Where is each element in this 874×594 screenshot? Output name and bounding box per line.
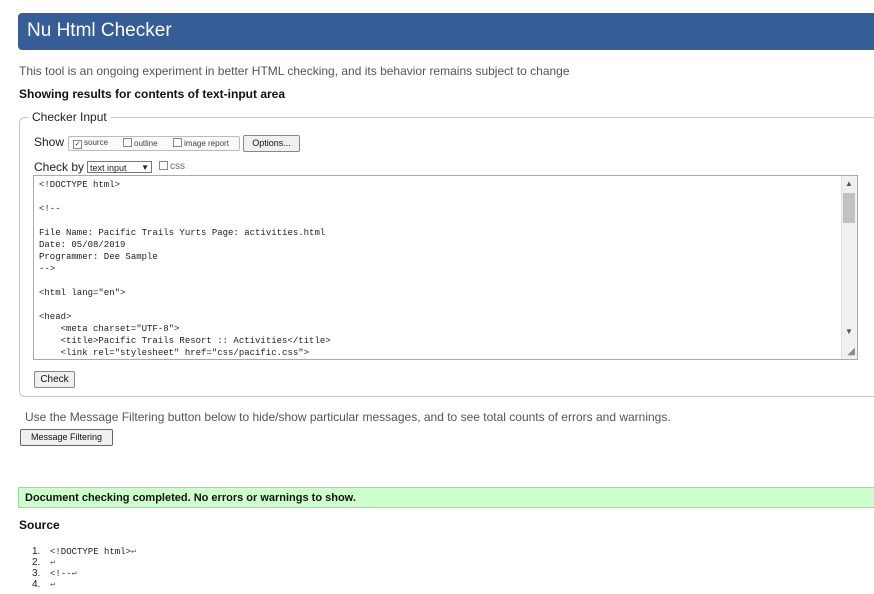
line-number: 2. (32, 557, 41, 568)
resize-grip-icon[interactable]: ◢ (847, 346, 855, 357)
check-by-value: text input (90, 163, 127, 173)
return-icon: ↩ (131, 547, 137, 557)
line-number: 3. (32, 568, 41, 579)
css-option[interactable]: css (159, 161, 185, 172)
show-image-report-option[interactable]: image report (173, 138, 229, 148)
show-image-report-label: image report (184, 139, 229, 148)
check-by-select[interactable]: text input ▼ (87, 161, 152, 173)
source-line: 4. ↩ (32, 579, 136, 590)
css-checkbox[interactable] (159, 161, 168, 170)
page-title: Nu Html Checker (27, 20, 172, 41)
return-icon: ↩ (50, 580, 56, 590)
options-button[interactable]: Options... (243, 135, 300, 152)
scroll-up-arrow-icon[interactable]: ▲ (845, 179, 853, 188)
scrollbar-thumb[interactable] (843, 193, 855, 223)
source-textarea[interactable]: <!DOCTYPE html> <!-- File Name: Pacific … (33, 175, 858, 360)
results-heading: Showing results for contents of text-inp… (19, 87, 286, 101)
check-by-label: Check by (34, 160, 85, 174)
line-number: 1. (32, 546, 41, 557)
line-number: 4. (32, 579, 41, 590)
show-source-label: source (84, 138, 109, 147)
success-message: Document checking completed. No errors o… (25, 492, 356, 504)
image-report-checkbox[interactable] (173, 138, 182, 147)
show-source-option[interactable]: ✓ source (73, 138, 108, 149)
source-checkbox[interactable]: ✓ (73, 140, 82, 149)
line-text: <!-- (50, 569, 72, 579)
css-label: css (170, 161, 185, 172)
line-text: <!DOCTYPE html> (50, 547, 132, 557)
check-button[interactable]: Check (34, 371, 75, 388)
dropdown-arrow-icon: ▼ (141, 163, 149, 172)
show-options-group: ✓ source outline image report (68, 136, 240, 151)
return-icon: ↩ (50, 558, 56, 568)
show-label: Show (34, 135, 65, 149)
show-outline-label: outline (134, 139, 158, 148)
outline-checkbox[interactable] (123, 138, 132, 147)
filtering-help-text: Use the Message Filtering button below t… (25, 410, 671, 424)
source-line: 2. ↩ (32, 557, 136, 568)
scroll-down-arrow-icon[interactable]: ▼ (845, 327, 853, 336)
source-line: 1. <!DOCTYPE html>↩ (32, 546, 136, 557)
source-code-text: <!DOCTYPE html> <!-- File Name: Pacific … (39, 180, 331, 358)
checker-input-legend: Checker Input (28, 110, 111, 124)
textarea-scrollbar[interactable]: ▲ ▼ (841, 176, 857, 359)
app-header: Nu Html Checker (18, 13, 874, 50)
message-filtering-button[interactable]: Message Filtering (20, 429, 113, 446)
source-line: 3. <!--↩ (32, 568, 136, 579)
source-heading: Source (19, 518, 60, 532)
show-outline-option[interactable]: outline (123, 138, 158, 148)
source-listing: 1. <!DOCTYPE html>↩ 2. ↩ 3. <!--↩ 4. ↩ (32, 546, 136, 590)
return-icon: ↩ (71, 569, 78, 579)
intro-text: This tool is an ongoing experiment in be… (19, 64, 570, 78)
success-message-bar: Document checking completed. No errors o… (18, 487, 874, 508)
